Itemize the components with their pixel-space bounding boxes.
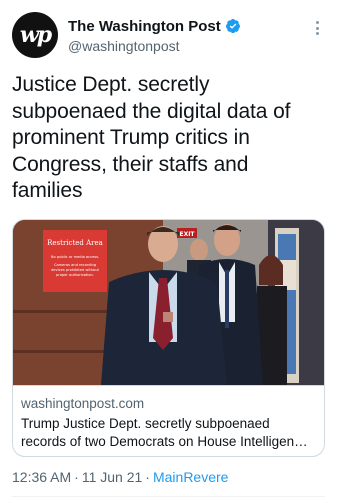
tweet-source[interactable]: MainRevere xyxy=(153,469,228,485)
svg-text:No public or media access.: No public or media access. xyxy=(51,255,99,259)
separator: · xyxy=(145,469,150,485)
more-options-icon[interactable] xyxy=(309,18,325,38)
news-photo: Restricted Area No public or media acces… xyxy=(13,220,324,385)
link-card[interactable]: Restricted Area No public or media acces… xyxy=(12,219,325,457)
avatar[interactable]: wp xyxy=(12,12,58,58)
exit-sign: EXIT xyxy=(179,231,195,238)
tweet-header: wp The Washington Post @washingtonpost xyxy=(12,12,327,60)
tweet-date[interactable]: 11 Jun 21 xyxy=(82,469,142,485)
account-names[interactable]: The Washington Post @washingtonpost xyxy=(68,16,241,54)
tweet-metadata: 12:36 AM · 11 Jun 21 · MainRevere xyxy=(12,469,228,485)
verified-badge-icon xyxy=(225,19,240,34)
handle[interactable]: @washingtonpost xyxy=(68,38,241,54)
svg-text:devices prohibited without: devices prohibited without xyxy=(51,268,99,272)
display-name[interactable]: The Washington Post xyxy=(68,18,221,35)
sign-title: Restricted Area xyxy=(47,239,103,247)
svg-text:proper authorization.: proper authorization. xyxy=(56,273,94,277)
washington-post-logo: wp xyxy=(19,22,52,48)
card-title: Trump Justice Dept. secretly subpoenaed … xyxy=(21,416,308,449)
svg-text:Cameras and recording: Cameras and recording xyxy=(54,263,96,267)
tweet-time[interactable]: 12:36 AM xyxy=(12,469,71,485)
separator: · xyxy=(74,469,79,485)
card-domain: washingtonpost.com xyxy=(21,396,145,411)
tweet-text: Justice Dept. secretly subpoenaed the di… xyxy=(12,73,291,202)
card-meta[interactable]: washingtonpost.com Trump Justice Dept. s… xyxy=(13,385,324,456)
divider xyxy=(12,496,325,497)
tweet[interactable]: wp The Washington Post @washingtonpost J… xyxy=(0,0,337,500)
card-image[interactable]: Restricted Area No public or media acces… xyxy=(13,220,324,385)
